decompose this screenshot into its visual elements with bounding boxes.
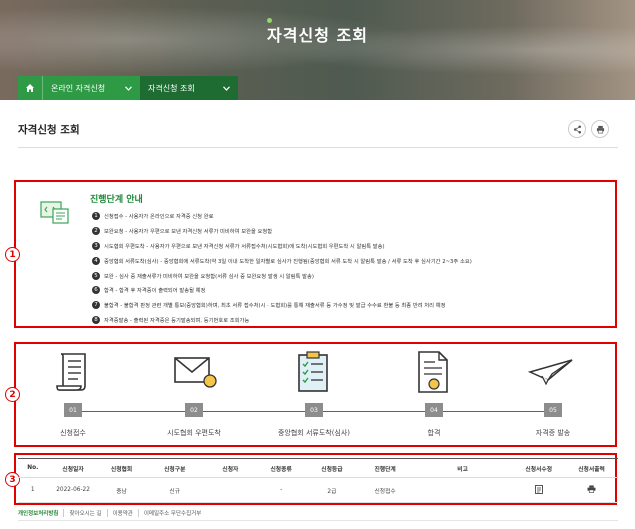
edit-form-icon — [534, 484, 543, 494]
column-header: 신청구분 — [144, 458, 205, 478]
guide-step-text: 시도협회 우편도착 - 사용자가 우편으로 보낸 자격신청 서류가 서류접수처(… — [104, 243, 385, 250]
guide-step: 8 자격증발송 - 출력된 자격증은 등기발송되며, 등기번호로 조회가능 — [92, 313, 612, 328]
chevron-down-icon — [223, 85, 230, 91]
flow-step-label: 중앙협회 서류도착(심사) — [277, 429, 351, 437]
flow-step-number: 04 — [425, 403, 443, 417]
paper-plane-icon — [528, 359, 573, 386]
cell-kind: - — [255, 477, 307, 503]
cell-print — [565, 477, 618, 503]
home-icon — [26, 84, 34, 92]
breadcrumb: 온라인 자격신청 자격신청 조회 — [18, 76, 238, 100]
column-header: 신청협회 — [98, 458, 145, 478]
cell-date: 2022-06-22 — [47, 477, 99, 503]
application-table: No. 신청일자 신청협회 신청구분 신청자 신청종류 신청등급 진행단계 비고… — [18, 458, 618, 503]
cell-note — [412, 477, 513, 503]
cell-stage: 신청접수 — [357, 477, 413, 503]
cell-grade: 2급 — [306, 477, 358, 503]
cell-applicant — [205, 477, 256, 503]
clipboard-checklist-icon — [298, 351, 328, 392]
share-button[interactable] — [568, 120, 586, 138]
print-form-button[interactable] — [587, 485, 596, 495]
column-header: 신청종류 — [255, 458, 307, 478]
guide-step: 4 중앙협회 서류도착(심사) - 중앙협회에 서류도착(약 3일 이내 도착한 … — [92, 253, 612, 268]
footer-link-terms[interactable]: 이용약관 — [106, 509, 138, 517]
step-number-badge: 7 — [92, 301, 100, 310]
column-header: 신청서수정 — [512, 458, 566, 478]
cell-type: 신규 — [144, 477, 205, 503]
column-header: 신청등급 — [306, 458, 358, 478]
column-header: 신청서출력 — [565, 458, 618, 478]
footer-link-directions[interactable]: 찾아오시는 길 — [63, 509, 106, 517]
guide-step-text: 불합격 - 불합격 판정 관련 개별 통보(중앙협회)하며, 최초 서류 접수처… — [104, 303, 446, 310]
footer-links: 개인정보처리방침 찾아오시는 길 이용약관 이메일주소 무단수집거부 — [18, 509, 206, 517]
breadcrumb-apply-lookup[interactable]: 자격신청 조회 — [140, 76, 238, 100]
flow-step-label: 자격증 발송 — [535, 429, 571, 437]
column-header: 신청자 — [205, 458, 256, 478]
column-header: 진행단계 — [357, 458, 413, 478]
guide-step-text: 자격증발송 - 출력된 자격증은 등기발송되며, 등기번호로 조회가능 — [104, 317, 250, 324]
guide-step-text: 중앙협회 서류도착(심사) - 중앙협회에 서류도착(약 3일 이내 도착한 일… — [104, 258, 472, 265]
column-header: No. — [18, 458, 48, 478]
footer-link-email-policy[interactable]: 이메일주소 무단수집거부 — [137, 509, 206, 517]
edit-form-button[interactable] — [534, 484, 543, 496]
guide-step: 6 합격 - 합격 후 자격증이 출력되어 발송될 예정 — [92, 283, 612, 298]
envelope-icon — [174, 357, 217, 388]
guide-step: 1 신청접수 - 사용자가 온라인으로 자격증 신청 완료 — [92, 209, 612, 224]
step-number-badge: 2 — [92, 227, 100, 236]
flow-step-label: 시도협회 우편도착 — [167, 429, 221, 437]
share-icon — [573, 125, 581, 133]
guide-step-text: 보완 - 심사 중 재출서류가 미비하여 보완을 요청함(서류 심사 중 보완요… — [104, 273, 314, 280]
print-button[interactable] — [591, 120, 609, 138]
flow-step-number: 03 — [305, 403, 323, 417]
table-row: 1 2022-06-22 충남 신규 - 2급 신청접수 — [18, 477, 618, 503]
footer-divider — [18, 520, 618, 521]
guide-step-text: 합격 - 합격 후 자격증이 출력되어 발송될 예정 — [104, 288, 206, 295]
flow-step-number: 01 — [64, 403, 82, 417]
guide-step: 5 보완 - 심사 중 재출서류가 미비하여 보완을 요청함(서류 심사 중 보완… — [92, 268, 612, 283]
footer-link-privacy[interactable]: 개인정보처리방침 — [18, 509, 63, 517]
print-icon — [587, 485, 596, 493]
guide-step-list: 1 신청접수 - 사용자가 온라인으로 자격증 신청 완료 2 보완요청 - 사용자… — [92, 209, 612, 327]
step-number-badge: 6 — [92, 286, 100, 295]
cell-edit — [512, 477, 566, 503]
annotation-number: 2 — [5, 387, 20, 402]
print-icon — [596, 125, 604, 133]
guide-step-text: 보완요청 - 사용자가 우편으로 보낸 자격신청 서류가 미비하여 보완을 요청… — [104, 229, 273, 236]
guide-step: 7 불합격 - 불합격 판정 관련 개별 통보(중앙협회)하며, 최초 서류 접수… — [92, 298, 612, 313]
guide-step-text: 신청접수 - 사용자가 온라인으로 자격증 신청 완료 — [104, 214, 214, 221]
guide-title: 진행단계 안내 — [90, 195, 143, 205]
guide-step: 2 보완요청 - 사용자가 우편으로 보낸 자격신청 서류가 미비하여 보완을 요… — [92, 224, 612, 239]
divider — [18, 147, 618, 148]
table-header-row: No. 신청일자 신청협회 신청구분 신청자 신청종류 신청등급 진행단계 비고… — [18, 458, 618, 478]
cell-association: 충남 — [98, 477, 145, 503]
web-form-icon — [40, 201, 69, 224]
page-title: 자격신청 조회 — [18, 124, 80, 136]
breadcrumb-online-apply-label: 온라인 자격신청 — [51, 83, 106, 93]
step-number-badge: 1 — [92, 212, 100, 221]
document-scroll-icon — [56, 353, 86, 391]
hero-title: 자격신청 조회 — [267, 26, 368, 45]
flow-step-number: 05 — [544, 403, 562, 417]
column-header: 비고 — [412, 458, 513, 478]
step-number-badge: 8 — [92, 315, 100, 324]
column-header: 신청일자 — [47, 458, 99, 478]
step-number-badge: 5 — [92, 271, 100, 280]
breadcrumb-apply-lookup-label: 자격신청 조회 — [148, 83, 195, 93]
step-number-badge: 3 — [92, 241, 100, 250]
guide-step: 3 시도협회 우편도착 - 사용자가 우편으로 보낸 자격신청 서류가 서류접수처… — [92, 239, 612, 254]
cell-no: 1 — [18, 477, 48, 503]
breadcrumb-online-apply[interactable]: 온라인 자격신청 — [42, 76, 140, 100]
flow-step-label: 신청접수 — [60, 429, 86, 437]
annotation-number: 1 — [5, 247, 20, 262]
home-button[interactable] — [18, 76, 42, 100]
certificate-icon — [418, 351, 448, 393]
flow-step-label: 합격 — [427, 429, 441, 437]
flow-step-number: 02 — [185, 403, 203, 417]
chevron-down-icon — [125, 85, 132, 91]
step-number-badge: 4 — [92, 256, 100, 265]
